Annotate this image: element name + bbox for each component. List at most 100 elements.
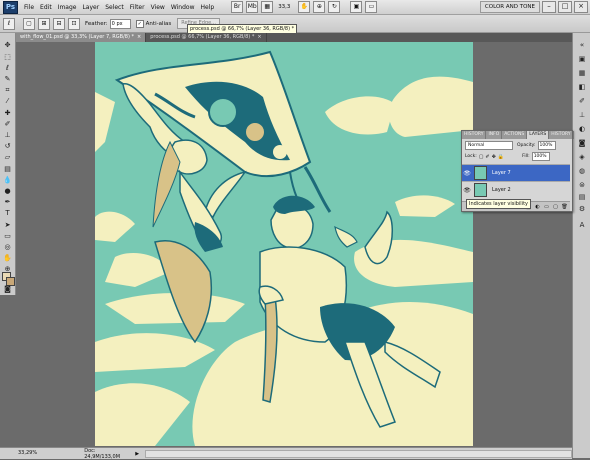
menu-layer[interactable]: Layer	[79, 4, 102, 11]
lasso-tool-preset-icon[interactable]: ℓ	[3, 17, 15, 30]
move-tool-icon[interactable]: ✥	[2, 41, 13, 50]
menu-image[interactable]: Image	[55, 4, 80, 11]
menu-help[interactable]: Help	[198, 4, 218, 11]
3d-panel-icon[interactable]: ▣	[577, 55, 587, 64]
type-tool-icon[interactable]: T	[2, 209, 13, 218]
arrange-icon[interactable]: ▣	[350, 1, 363, 13]
styles-panel-icon[interactable]: ◧	[577, 83, 587, 92]
feather-input[interactable]: 0 px	[109, 18, 131, 29]
grid-icon[interactable]: ▦	[261, 1, 274, 13]
opacity-label: Opacity:	[517, 143, 536, 148]
collapse-dock-icon[interactable]: «	[577, 41, 587, 50]
layer-row-layer-2[interactable]: 👁 Layer 2	[462, 181, 570, 198]
eraser-tool-icon[interactable]: ▱	[2, 153, 13, 162]
tools-panel: ✥ ⬚ ℓ ✎ ⌗ ⁄ ✚ ✐ ⊥ ↺ ▱ ▤ 💧 ● ✒ T ➤ ▭ ◎ ✋ …	[0, 33, 16, 295]
panel-dock: « ▣ ▦ ◧ ✐ ⊥ ◐ ◙ ◈ ◍ ⊜ ▤ ⚙ A	[572, 33, 590, 458]
hand-icon[interactable]: ✋	[298, 1, 311, 13]
blend-mode-select[interactable]: Normal	[465, 141, 513, 150]
fill-input[interactable]: 100%	[531, 152, 550, 161]
adjustments-panel-icon[interactable]: ◐	[577, 125, 587, 134]
zoom-level-menubar[interactable]: 33,3	[278, 4, 290, 10]
tab-info[interactable]: INFO	[486, 131, 503, 139]
menu-view[interactable]: View	[148, 4, 168, 11]
menu-filter[interactable]: Filter	[127, 4, 148, 11]
lasso-tool-icon[interactable]: ℓ	[2, 64, 13, 73]
artwork-illustration	[95, 50, 473, 446]
lock-position-icon[interactable]: ✥	[492, 154, 496, 160]
shape-tool-icon[interactable]: ▭	[2, 232, 13, 241]
layer-visibility-tooltip: Indicates layer visibility	[466, 199, 531, 209]
quick-mask-icon[interactable]: ◙	[2, 285, 13, 294]
eyedropper-tool-icon[interactable]: ⁄	[2, 97, 13, 106]
layers-panel-icon[interactable]: ◈	[577, 153, 587, 162]
tab-history-2[interactable]: HISTORY	[549, 131, 574, 139]
history-panel-icon[interactable]: ▤	[577, 193, 587, 202]
path-select-tool-icon[interactable]: ➤	[2, 221, 13, 230]
maximize-button[interactable]: □	[558, 1, 572, 13]
adjustment-layer-icon[interactable]: ◐	[534, 204, 541, 210]
clone-source-panel-icon[interactable]: ⊥	[577, 111, 587, 120]
status-menu-icon[interactable]: ▶	[135, 451, 139, 457]
tab-process[interactable]: process.psd @ 66,7% (Layer 36, RGB/8) * ×	[146, 33, 267, 42]
mini-bridge-icon[interactable]: Mb	[246, 1, 259, 13]
blur-tool-icon[interactable]: 💧	[2, 176, 13, 185]
channels-panel-icon[interactable]: ◍	[577, 167, 587, 176]
dodge-tool-icon[interactable]: ●	[2, 187, 13, 196]
canvas-area[interactable]	[16, 42, 572, 446]
eye-icon[interactable]: 👁	[463, 170, 471, 177]
gradient-tool-icon[interactable]: ▤	[2, 165, 13, 174]
swatches-panel-icon[interactable]: ▦	[577, 69, 587, 78]
artwork-canvas[interactable]	[95, 42, 473, 446]
menu-file[interactable]: File	[21, 4, 37, 11]
3d-rotate-tool-icon[interactable]: ◎	[2, 243, 13, 252]
tab-layers[interactable]: LAYERS	[527, 131, 550, 139]
brush-tool-icon[interactable]: ✐	[2, 120, 13, 129]
hand-tool-icon[interactable]: ✋	[2, 254, 13, 263]
horizontal-scrollbar[interactable]	[145, 449, 573, 458]
menu-window[interactable]: Window	[168, 4, 198, 11]
history-brush-tool-icon[interactable]: ↺	[2, 142, 13, 151]
subtract-selection-icon[interactable]: ⊟	[53, 17, 65, 30]
new-group-icon[interactable]: ▭	[543, 204, 550, 210]
eye-icon[interactable]: 👁	[463, 187, 471, 194]
new-selection-icon[interactable]: ▢	[23, 17, 35, 30]
zoom-icon[interactable]: ⊕	[313, 1, 326, 13]
pen-tool-icon[interactable]: ✒	[2, 198, 13, 207]
layer-thumbnail	[474, 166, 487, 180]
tab-close-icon[interactable]: ×	[137, 34, 141, 40]
marquee-tool-icon[interactable]: ⬚	[2, 53, 13, 62]
character-panel-icon[interactable]: A	[577, 221, 587, 230]
masks-panel-icon[interactable]: ◙	[577, 139, 587, 148]
screen-mode-icon[interactable]: ▭	[365, 1, 378, 13]
workspace-switcher[interactable]: COLOR AND TONE	[479, 1, 540, 13]
layer-row-layer-7[interactable]: 👁 Layer 7	[462, 164, 570, 181]
new-layer-icon[interactable]: ▢	[552, 204, 559, 210]
tab-history[interactable]: HISTORY	[462, 131, 487, 139]
paths-panel-icon[interactable]: ⊜	[577, 181, 587, 190]
crop-tool-icon[interactable]: ⌗	[2, 86, 13, 95]
menu-edit[interactable]: Edit	[37, 4, 55, 11]
quick-select-tool-icon[interactable]: ✎	[2, 75, 13, 84]
add-selection-icon[interactable]: ⊞	[38, 17, 50, 30]
lock-all-icon[interactable]: 🔒	[498, 154, 504, 160]
close-button[interactable]: ×	[574, 1, 588, 13]
clone-stamp-tool-icon[interactable]: ⊥	[2, 131, 13, 140]
healing-brush-tool-icon[interactable]: ✚	[2, 109, 13, 118]
tab-close-icon[interactable]: ×	[257, 34, 261, 40]
opacity-input[interactable]: 100%	[537, 141, 556, 150]
tab-with-flow[interactable]: with_flow_01.psd @ 33,3% (Layer 7, RGB/8…	[16, 33, 147, 42]
actions-panel-icon[interactable]: ⚙	[577, 205, 587, 214]
delete-layer-icon[interactable]: 🗑	[561, 204, 568, 210]
lock-pixels-icon[interactable]: ✐	[486, 154, 490, 160]
lock-row: Lock: ▢ ✐ ✥ 🔒 Fill: 100%	[462, 152, 572, 161]
bridge-icon[interactable]: Br	[231, 1, 244, 13]
brushes-panel-icon[interactable]: ✐	[577, 97, 587, 106]
zoom-field[interactable]: 33,29%	[18, 450, 39, 457]
lock-transparency-icon[interactable]: ▢	[479, 154, 484, 160]
rotate-icon[interactable]: ↻	[328, 1, 341, 13]
minimize-button[interactable]: –	[542, 1, 556, 13]
intersect-selection-icon[interactable]: ⊡	[68, 17, 80, 30]
antialias-checkbox[interactable]: ✓	[135, 19, 144, 28]
tab-actions[interactable]: ACTIONS	[502, 131, 528, 139]
menu-select[interactable]: Select	[102, 4, 127, 11]
